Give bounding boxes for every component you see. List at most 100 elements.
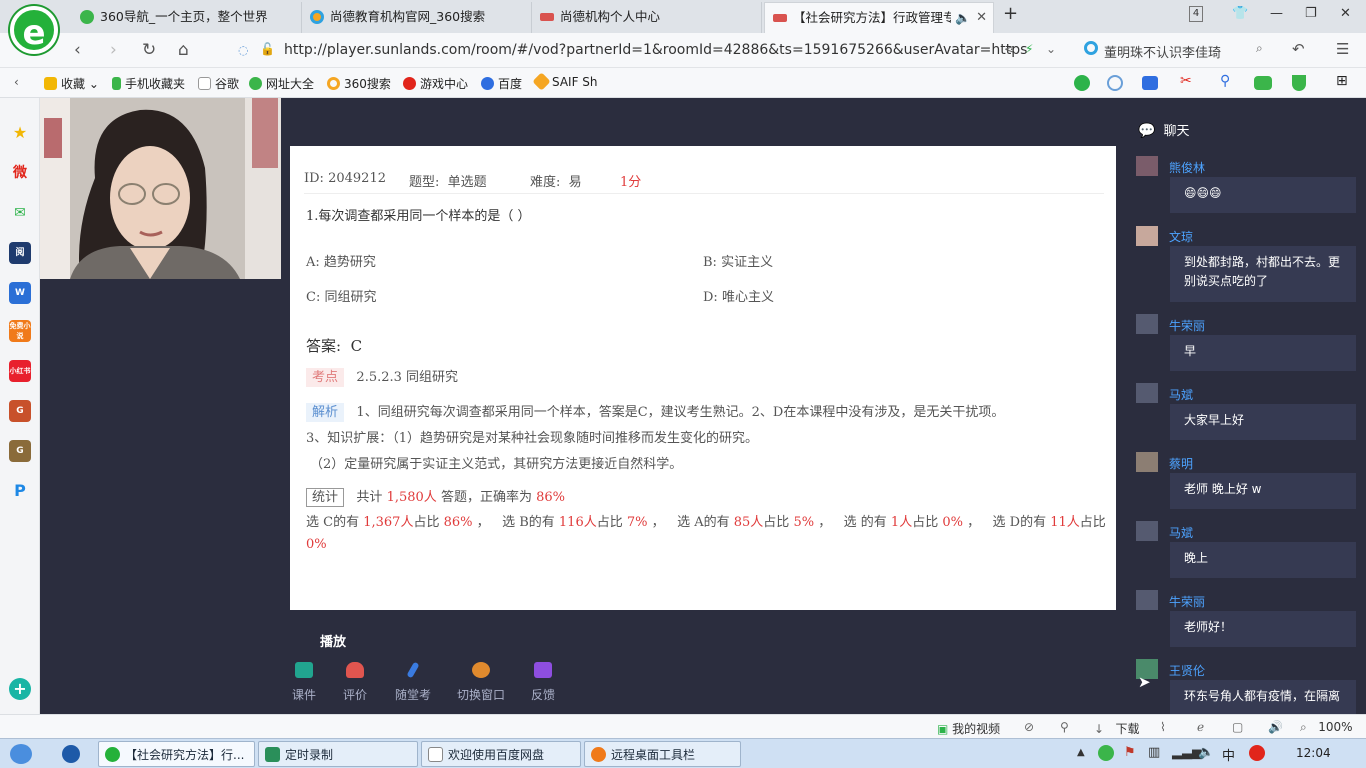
menu-icon[interactable]: ☰ [1336, 40, 1349, 58]
bookmark-mobile[interactable]: 手机收藏夹 [112, 75, 185, 92]
tool-switch-window[interactable]: 切换窗口 [451, 662, 511, 703]
ime-indicator[interactable]: 中 [1222, 745, 1235, 764]
bookmark-favorites[interactable]: 收藏 ⌄ [44, 75, 99, 92]
home-icon[interactable]: ⌂ [178, 40, 189, 60]
restore-icon[interactable]: ❐ [1305, 6, 1317, 21]
shirt-icon[interactable]: 👕 [1232, 6, 1248, 21]
stats-row: 统计 共计 1,580人 答题，正确率为 86% [306, 486, 565, 507]
sogou-ime-icon[interactable] [1249, 745, 1265, 761]
url-text[interactable]: http://player.sunlands.com/room/#/vod?pa… [284, 42, 1027, 58]
game-a-icon[interactable]: G [9, 400, 31, 422]
option-b[interactable]: B: 实证主义 [703, 251, 773, 270]
scissors-icon[interactable]: ✂ [1180, 73, 1192, 89]
option-a[interactable]: A: 趋势研究 [306, 251, 376, 270]
share-icon[interactable]: ⋖ [1004, 42, 1014, 56]
shield-icon[interactable] [1292, 75, 1306, 91]
chevron-down-icon[interactable]: ⌄ [1046, 42, 1056, 56]
tab-current-course[interactable]: 【社会研究方法】行政管理专 🔈 ✕ [764, 2, 994, 33]
tab-personal-center[interactable]: 尚德机构个人中心 [532, 2, 762, 33]
window-icon[interactable]: ▢ [1232, 720, 1243, 734]
tab-360-nav[interactable]: 360导航_一个主页，整个世界 [72, 2, 302, 33]
search-input[interactable]: 董明珠不认识李佳琦 [1104, 42, 1221, 61]
favorites-star-icon[interactable]: ★ [9, 122, 31, 144]
search-box[interactable]: 董明珠不认识李佳琦 ⌕ [1080, 37, 1275, 64]
start-button-icon[interactable] [10, 744, 32, 764]
grid-apps-icon[interactable]: ⊞ [1336, 73, 1348, 89]
taskbar-item-browser[interactable]: 【社会研究方法】行... [98, 741, 255, 767]
play-button[interactable]: 播放 [320, 631, 346, 650]
pin-icon[interactable]: ⚲ [1060, 720, 1069, 734]
saif-icon [532, 72, 551, 91]
insecure-lock-icon[interactable]: 🔓 [260, 42, 275, 56]
reader-icon[interactable]: 阅 [9, 242, 31, 264]
option-d[interactable]: D: 唯心主义 [703, 286, 774, 305]
magnifier-icon[interactable]: ⚲ [1220, 73, 1230, 89]
reload-icon[interactable]: ↻ [142, 40, 156, 60]
switch-icon [472, 662, 490, 678]
weibo-icon[interactable]: 微 [9, 162, 31, 184]
bookmark-site-directory[interactable]: 网址大全 [249, 75, 314, 92]
option-c[interactable]: C: 同组研究 [306, 286, 376, 305]
close-window-icon[interactable]: ✕ [1340, 6, 1351, 21]
download-button[interactable]: ↓ 下载 [1094, 720, 1140, 737]
minimize-icon[interactable]: — [1270, 6, 1283, 21]
analysis-line-1: 解析 1、同组研究每次调查都采用同一个样本，答案是C，建议考生熟记。2、D在本课… [306, 401, 1106, 422]
chat-username: 熊俊林 [1169, 161, 1206, 175]
tray-flag-icon[interactable]: ⚑ [1124, 745, 1136, 760]
lightning-icon[interactable]: ⚡ [1025, 42, 1033, 56]
tray-device-icon[interactable]: ▥ [1148, 745, 1160, 760]
back-icon[interactable]: ‹ [74, 40, 81, 60]
360-search-icon [1084, 41, 1098, 55]
taskbar-item-baidu-pan[interactable]: 欢迎使用百度网盘 [421, 741, 581, 767]
tab-sunlands-search[interactable]: 尚德教育机构官网_360搜索 [302, 2, 532, 33]
volume-icon[interactable]: 🔊 [1268, 720, 1283, 734]
taskbar-item-recorder[interactable]: 定时录制 [258, 741, 418, 767]
clean-icon[interactable]: ⌇ [1160, 720, 1166, 734]
system-clock[interactable]: 12:04 [1296, 746, 1331, 760]
recorder-icon [265, 747, 280, 762]
zoom-control[interactable]: ⌕ 100% [1300, 720, 1353, 735]
forward-icon[interactable]: › [110, 40, 117, 60]
mail-icon[interactable]: ✉ [9, 202, 31, 224]
free-novel-icon[interactable]: 免费小说 [9, 320, 31, 342]
chat-username: 蔡明 [1169, 457, 1194, 471]
bookmark-game-center[interactable]: 游戏中心 [403, 75, 468, 92]
sidebar-toggle-icon[interactable]: ‹ [14, 75, 19, 89]
game-b-icon[interactable]: G [9, 440, 31, 462]
tool-quiz[interactable]: 随堂考 [383, 661, 443, 703]
gamepad-icon[interactable] [1254, 76, 1272, 90]
tray-volume-icon[interactable]: 🔈 [1198, 745, 1214, 760]
bookmark-360-search[interactable]: 360搜索 [327, 75, 391, 92]
bookmark-saif[interactable]: SAIF Sh [532, 72, 598, 91]
compat-icon[interactable]: ⊘ [1024, 720, 1034, 734]
ie-icon[interactable]: ℯ [1197, 720, 1204, 734]
speaker-icon[interactable]: 🔈 [955, 3, 971, 33]
p-app-icon[interactable]: P [9, 480, 31, 502]
stats-correct-rate: 86% [536, 490, 565, 505]
tool-rate[interactable]: 评价 [325, 662, 385, 703]
close-tab-icon[interactable]: ✕ [976, 3, 987, 33]
lecturer-video[interactable] [40, 98, 281, 279]
chat-bubble-icon[interactable] [1074, 75, 1090, 91]
ie-taskbar-icon[interactable] [62, 745, 80, 763]
minus-circle-icon[interactable] [1107, 75, 1123, 91]
screenshot-icon[interactable] [1142, 76, 1158, 90]
bookmark-google[interactable]: 谷歌 [198, 75, 239, 92]
undo-icon[interactable]: ↶ [1292, 40, 1305, 58]
tab-count-badge[interactable]: 4 [1189, 6, 1203, 22]
taskbar-item-remote-desktop[interactable]: 远程桌面工具栏 [584, 741, 741, 767]
tool-feedback[interactable]: 反馈 [513, 662, 573, 703]
xiaohongshu-icon[interactable]: 小红书 [9, 360, 31, 382]
word-doc-icon[interactable]: W [9, 282, 31, 304]
search-icon[interactable]: ⌕ [1256, 41, 1263, 56]
new-tab-button[interactable]: + [1003, 3, 1018, 24]
url-field[interactable]: ◌ 🔓 http://player.sunlands.com/room/#/vo… [232, 37, 1067, 64]
my-video-button[interactable]: ▣ 我的视频 [937, 720, 1000, 737]
add-app-icon[interactable]: + [9, 678, 31, 700]
tray-expand-icon[interactable]: ▲ [1077, 747, 1085, 758]
tray-360-icon[interactable] [1098, 745, 1114, 761]
chat-message: 环东号角人都有疫情，在隔离 [1170, 680, 1356, 714]
address-bar: ‹ › ↻ ⌂ ◌ 🔓 http://player.sunlands.com/r… [0, 33, 1366, 68]
bookmark-baidu[interactable]: 百度 [481, 75, 522, 92]
breakdown-b: 选 B的有 116人占比 7% ， [502, 515, 665, 530]
